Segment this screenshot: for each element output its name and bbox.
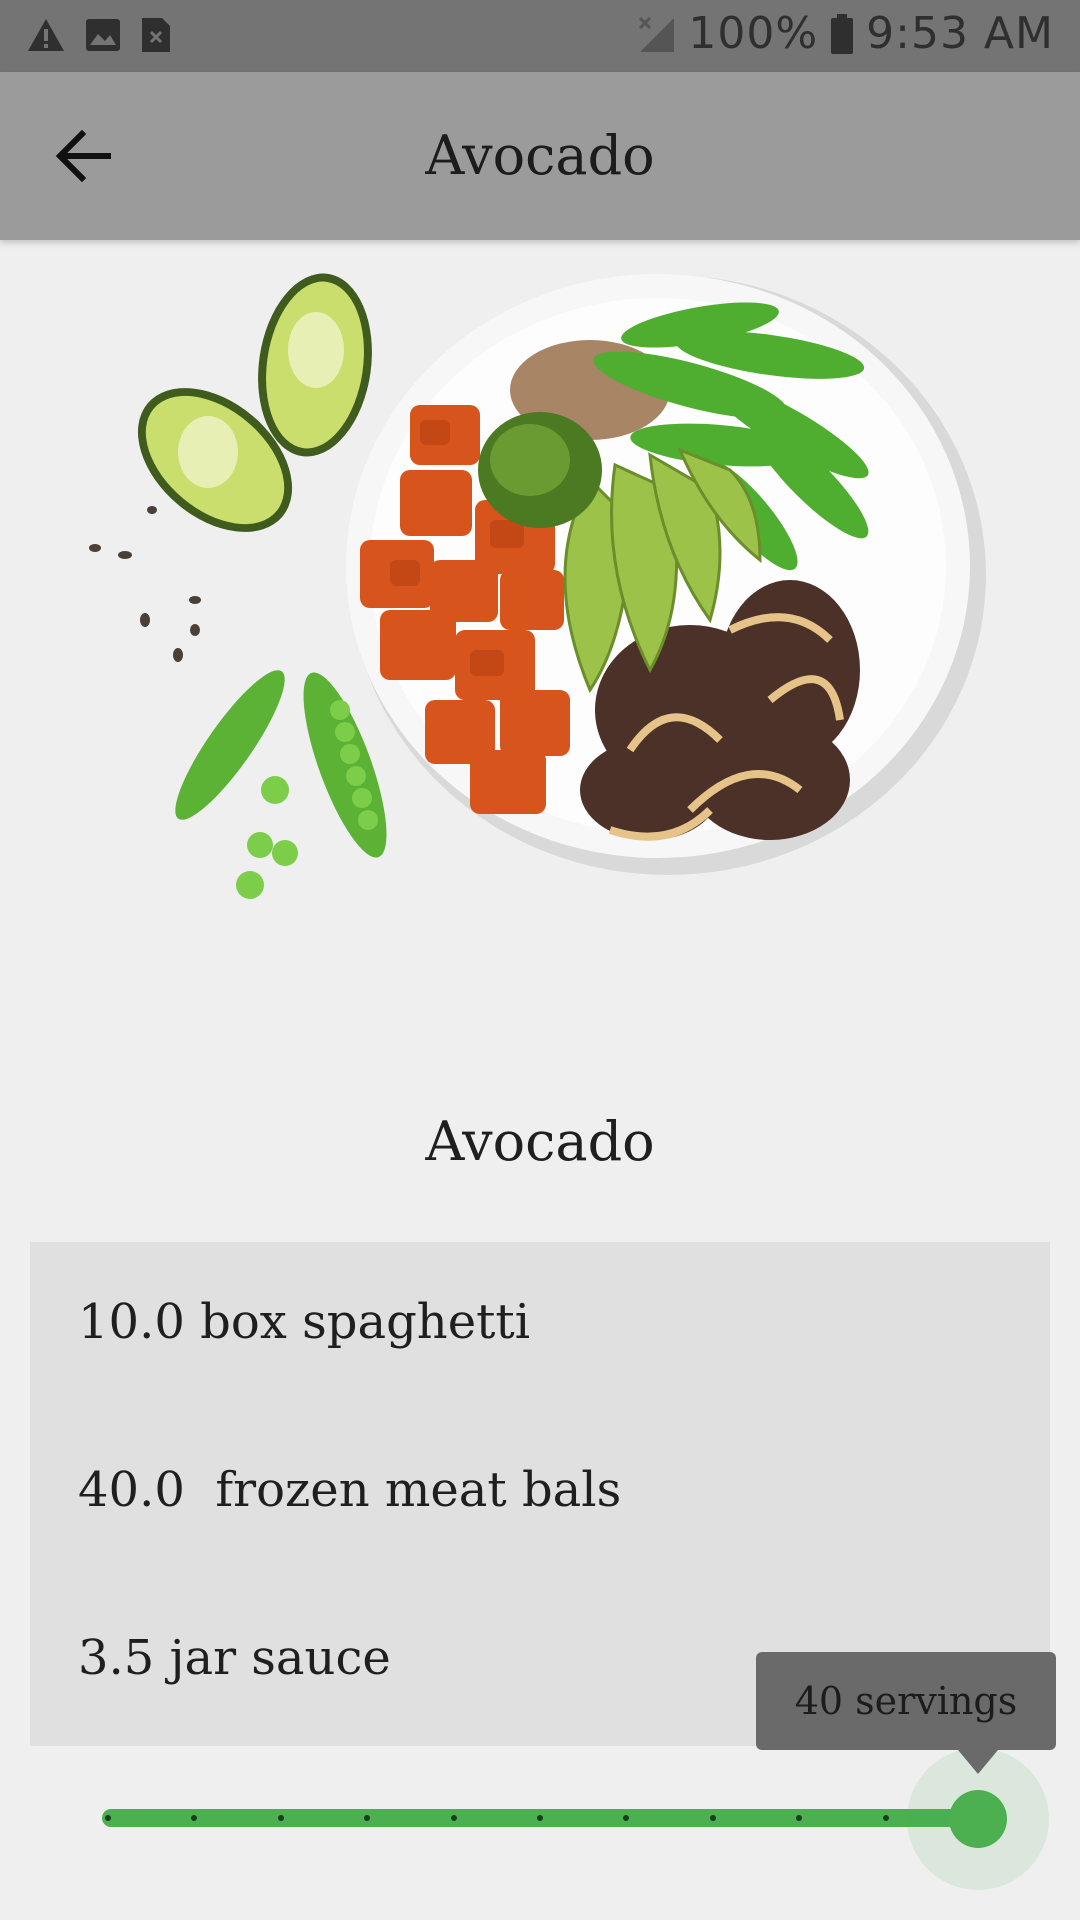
status-system: 100% 9:53 AM bbox=[636, 8, 1054, 59]
slider-tick bbox=[537, 1815, 543, 1821]
slider-tick bbox=[450, 1815, 457, 1821]
slider-tick bbox=[364, 1815, 371, 1821]
tooltip-arrow bbox=[958, 1750, 998, 1774]
slider-tick bbox=[882, 1815, 889, 1821]
list-item: 40.0 frozen meat bals bbox=[78, 1462, 622, 1518]
warning-icon bbox=[28, 19, 64, 51]
slider-tick bbox=[277, 1815, 284, 1821]
sim-error-icon bbox=[142, 18, 170, 52]
servings-slider-thumb[interactable] bbox=[949, 1790, 1007, 1848]
slider-tick bbox=[191, 1815, 198, 1821]
servings-tooltip: 40 servings bbox=[756, 1652, 1056, 1750]
image-icon bbox=[86, 19, 120, 51]
slider-tick bbox=[105, 1815, 111, 1821]
recipe-image bbox=[89, 273, 986, 899]
slider-tick bbox=[709, 1815, 716, 1821]
list-item: 10.0 box spaghetti bbox=[78, 1294, 531, 1350]
slider-tick bbox=[796, 1815, 803, 1821]
servings-slider-track[interactable] bbox=[102, 1809, 978, 1827]
status-bar: 100% 9:53 AM bbox=[0, 0, 1080, 72]
list-item: 3.5 jar sauce bbox=[78, 1630, 391, 1686]
no-signal-icon bbox=[639, 16, 675, 52]
status-notifications bbox=[26, 16, 172, 54]
slider-tick bbox=[623, 1815, 630, 1821]
recipe-title: Avocado bbox=[425, 1110, 655, 1173]
clock: 9:53 AM bbox=[866, 8, 1054, 59]
app-bar: Avocado bbox=[0, 72, 1080, 240]
battery-icon bbox=[831, 13, 854, 54]
app-bar-title: Avocado bbox=[425, 124, 655, 187]
battery-percent: 100% bbox=[688, 8, 819, 59]
